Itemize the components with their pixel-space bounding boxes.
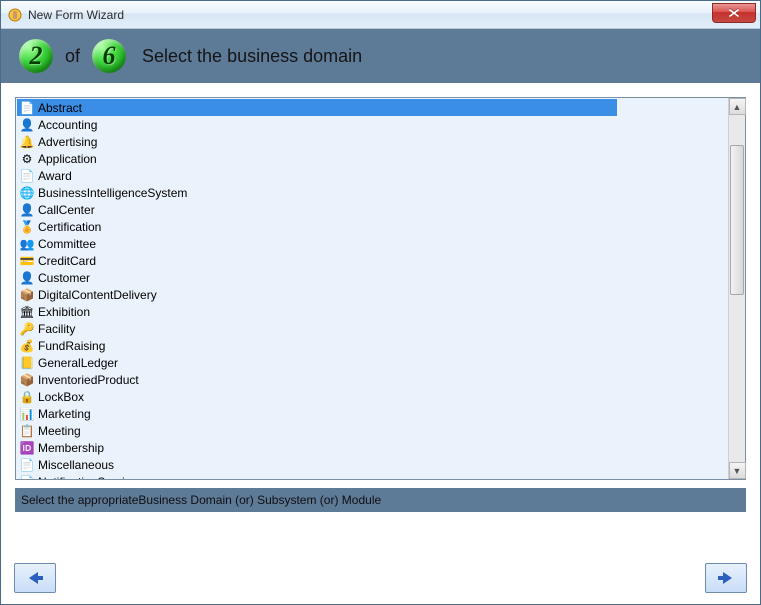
- list-item[interactable]: 📄NotificationService: [17, 473, 728, 479]
- arrow-right-icon: [717, 570, 735, 586]
- item-icon: 🔑: [19, 321, 35, 337]
- item-label: FundRaising: [38, 339, 105, 353]
- list-item[interactable]: 🆔Membership: [17, 439, 728, 456]
- close-icon: [729, 9, 739, 17]
- domain-listbox[interactable]: 📄Abstract👤Accounting🔔Advertising⚙Applica…: [15, 97, 746, 480]
- item-icon: 📒: [19, 355, 35, 371]
- step-total-badge: 6: [92, 39, 126, 73]
- back-button[interactable]: [14, 563, 56, 593]
- item-icon: 📋: [19, 423, 35, 439]
- item-icon: ⚙: [19, 151, 35, 167]
- list-item[interactable]: 🏛Exhibition: [17, 303, 728, 320]
- item-label: Certification: [38, 220, 101, 234]
- item-icon: 👤: [19, 202, 35, 218]
- list-item[interactable]: 👥Committee: [17, 235, 728, 252]
- list-item[interactable]: 🔔Advertising: [17, 133, 728, 150]
- next-button[interactable]: [705, 563, 747, 593]
- arrow-left-icon: [26, 570, 44, 586]
- list-item[interactable]: 💰FundRaising: [17, 337, 728, 354]
- item-icon: 🏅: [19, 219, 35, 235]
- item-label: Application: [38, 152, 97, 166]
- list-item[interactable]: 📄Abstract: [17, 99, 617, 116]
- list-item[interactable]: 💳CreditCard: [17, 252, 728, 269]
- item-icon: 🆔: [19, 440, 35, 456]
- list-item[interactable]: 📄Miscellaneous: [17, 456, 728, 473]
- item-icon: 👤: [19, 270, 35, 286]
- item-label: Customer: [38, 271, 90, 285]
- item-label: CallCenter: [38, 203, 95, 217]
- item-label: BusinessIntelligenceSystem: [38, 186, 187, 200]
- list-item[interactable]: 🔒LockBox: [17, 388, 728, 405]
- list-item[interactable]: ⚙Application: [17, 150, 728, 167]
- item-label: Exhibition: [38, 305, 90, 319]
- item-label: CreditCard: [38, 254, 96, 268]
- scrollbar[interactable]: ▲ ▼: [728, 98, 745, 479]
- scroll-track[interactable]: [729, 115, 745, 462]
- item-icon: 📄: [19, 474, 35, 480]
- wizard-step-title: Select the business domain: [142, 46, 362, 67]
- hint-bar: Select the appropriateBusiness Domain (o…: [15, 488, 746, 512]
- step-total-number: 6: [103, 41, 116, 71]
- item-icon: 💰: [19, 338, 35, 354]
- item-label: Accounting: [38, 118, 97, 132]
- window-title: New Form Wizard: [28, 8, 124, 22]
- item-label: Committee: [38, 237, 96, 251]
- scroll-down-button[interactable]: ▼: [729, 462, 746, 479]
- list-inner: 📄Abstract👤Accounting🔔Advertising⚙Applica…: [16, 98, 728, 479]
- step-of-label: of: [65, 46, 80, 67]
- list-item[interactable]: 👤Customer: [17, 269, 728, 286]
- item-icon: 🏛: [19, 304, 35, 320]
- titlebar: New Form Wizard: [1, 1, 760, 29]
- item-label: Award: [38, 169, 72, 183]
- list-item[interactable]: 📒GeneralLedger: [17, 354, 728, 371]
- item-label: DigitalContentDelivery: [38, 288, 157, 302]
- list-item[interactable]: 📦InventoriedProduct: [17, 371, 728, 388]
- list-item[interactable]: 👤Accounting: [17, 116, 728, 133]
- list-item[interactable]: 📋Meeting: [17, 422, 728, 439]
- step-current-badge: 2: [19, 39, 53, 73]
- app-icon: [7, 7, 23, 23]
- item-icon: 🔒: [19, 389, 35, 405]
- list-item[interactable]: 📄Award: [17, 167, 728, 184]
- item-icon: 👤: [19, 117, 35, 133]
- list-item[interactable]: 🔑Facility: [17, 320, 728, 337]
- item-icon: 📦: [19, 287, 35, 303]
- list-item[interactable]: 👤CallCenter: [17, 201, 728, 218]
- list-item[interactable]: 🌐BusinessIntelligenceSystem: [17, 184, 728, 201]
- item-label: InventoriedProduct: [38, 373, 139, 387]
- item-icon: 🔔: [19, 134, 35, 150]
- item-label: Miscellaneous: [38, 458, 114, 472]
- item-label: Advertising: [38, 135, 97, 149]
- item-icon: 📄: [19, 168, 35, 184]
- nav-row: [14, 563, 747, 593]
- list-item[interactable]: 🏅Certification: [17, 218, 728, 235]
- step-current-number: 2: [30, 41, 43, 71]
- item-icon: 📄: [19, 100, 35, 116]
- scroll-up-button[interactable]: ▲: [729, 98, 746, 115]
- item-label: Meeting: [38, 424, 81, 438]
- item-label: LockBox: [38, 390, 84, 404]
- item-icon: 📄: [19, 457, 35, 473]
- item-label: Marketing: [38, 407, 91, 421]
- item-label: Abstract: [38, 101, 82, 115]
- item-icon: 🌐: [19, 185, 35, 201]
- list-item[interactable]: 📊Marketing: [17, 405, 728, 422]
- item-icon: 💳: [19, 253, 35, 269]
- item-icon: 👥: [19, 236, 35, 252]
- item-icon: 📊: [19, 406, 35, 422]
- scroll-thumb[interactable]: [730, 145, 744, 295]
- close-button[interactable]: [712, 3, 756, 23]
- list-item[interactable]: 📦DigitalContentDelivery: [17, 286, 728, 303]
- item-icon: 📦: [19, 372, 35, 388]
- item-label: Membership: [38, 441, 104, 455]
- item-label: NotificationService: [38, 475, 137, 480]
- item-label: GeneralLedger: [38, 356, 118, 370]
- item-label: Facility: [38, 322, 75, 336]
- wizard-header: 2 of 6 Select the business domain: [1, 29, 760, 83]
- content-area: 📄Abstract👤Accounting🔔Advertising⚙Applica…: [1, 83, 760, 484]
